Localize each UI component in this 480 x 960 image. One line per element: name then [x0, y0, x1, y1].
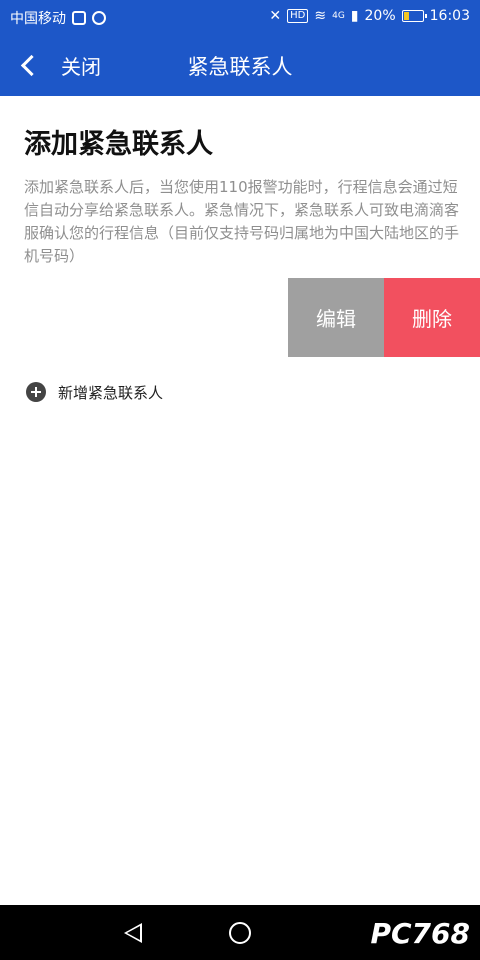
nav-home-icon[interactable] — [229, 922, 251, 944]
edit-button[interactable]: 编辑 — [288, 278, 384, 357]
battery-icon — [401, 10, 427, 22]
nav-title: 紧急联系人 — [187, 55, 293, 79]
notification-sync-icon — [92, 11, 106, 25]
wifi-icon: ≋ — [314, 8, 327, 24]
top-nav-bar: 关闭 紧急联系人 — [0, 34, 480, 96]
notification-app-icon — [72, 11, 86, 25]
delete-button[interactable]: 删除 — [384, 278, 480, 357]
system-nav-bar: PC768 — [0, 905, 480, 960]
add-contact-label: 新增紧急联系人 — [58, 383, 164, 402]
mute-icon: ✕ — [269, 8, 282, 24]
battery-percent: 20% — [364, 8, 396, 24]
signal-icon: ▮ — [350, 8, 359, 24]
network-type-label: 4G — [332, 11, 345, 21]
nav-back-icon[interactable] — [124, 923, 142, 943]
page-title: 添加紧急联系人 — [24, 129, 213, 160]
add-contact-button[interactable]: 新增紧急联系人 — [26, 380, 163, 404]
hd-badge: HD — [287, 9, 309, 23]
clock: 16:03 — [429, 8, 470, 24]
carrier-label: 中国移动 — [10, 11, 66, 27]
status-bar: 中国移动 ✕ HD ≋ 4G ▮ 20% 16:03 — [0, 0, 480, 34]
plus-circle-icon — [26, 382, 46, 402]
status-right: ✕ HD ≋ 4G ▮ 20% 16:03 — [269, 8, 470, 24]
watermark-logo: PC768 — [370, 917, 470, 950]
contact-swipe-row[interactable]: 编辑 删除 — [0, 278, 480, 357]
description-text: 添加紧急联系人后，当您使用110报警功能时，行程信息会通过短信自动分享给紧急联系… — [24, 178, 460, 265]
status-left: 中国移动 — [10, 8, 106, 28]
